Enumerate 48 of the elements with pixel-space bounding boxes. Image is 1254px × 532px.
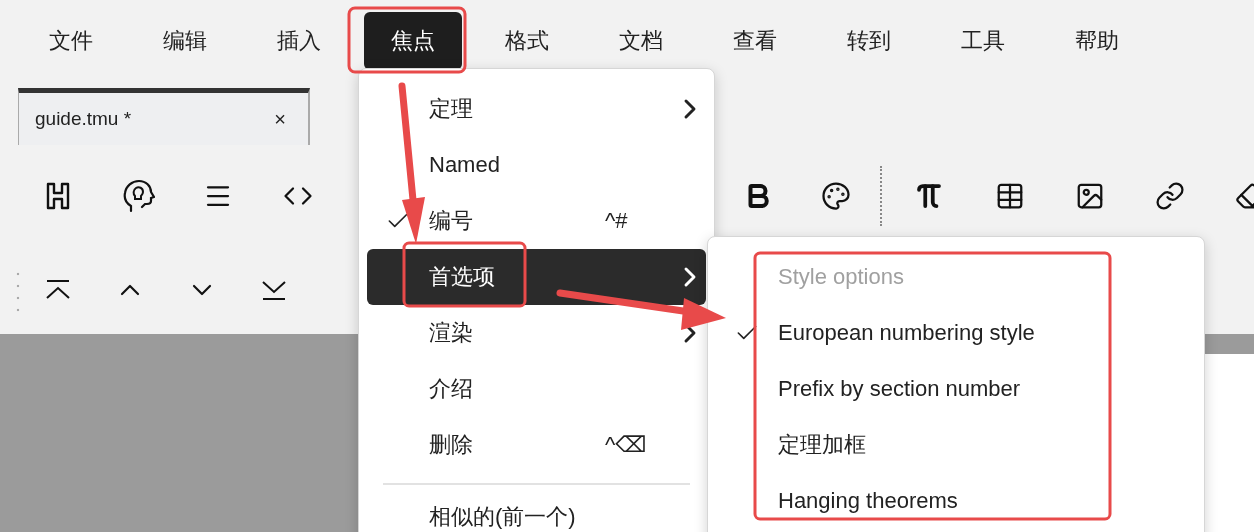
- menu-item[interactable]: Hanging theorems: [716, 473, 1196, 529]
- menu-item-label: 定理: [429, 95, 473, 123]
- menu-item[interactable]: 定理加框: [716, 417, 1196, 473]
- head-lightbulb-icon: [121, 178, 155, 214]
- menu-item[interactable]: 定理: [367, 81, 706, 137]
- link-icon[interactable]: [1155, 181, 1185, 211]
- close-icon[interactable]: ×: [274, 107, 286, 131]
- shortcut-label: ^#: [605, 208, 628, 234]
- menu-item-label: 首选项: [429, 263, 495, 291]
- table-icon[interactable]: [995, 181, 1025, 211]
- menu-bar-item[interactable]: 转到: [820, 12, 918, 70]
- menu-bar-item[interactable]: 文档: [592, 12, 690, 70]
- document-tab[interactable]: guide.tmu * ×: [18, 88, 310, 145]
- last-icon: [261, 279, 287, 301]
- image-icon[interactable]: [1075, 181, 1105, 211]
- menu-item-label: 编号: [429, 207, 473, 235]
- menu-item-label: Hanging theorems: [778, 488, 958, 514]
- menu-bar-item[interactable]: 查看: [706, 12, 804, 70]
- shortcut-label: ^⌫: [605, 432, 647, 458]
- menu-item-label: Named: [429, 152, 500, 178]
- menu-item-label: Prefix by section number: [778, 376, 1021, 402]
- menu-item-label: 相似的(前一个): [429, 503, 576, 531]
- menu-bar-item[interactable]: 插入: [250, 12, 348, 70]
- first-icon: [45, 279, 71, 301]
- menu-bar-item[interactable]: 帮助: [1048, 12, 1146, 70]
- menu-item-label: 介绍: [429, 375, 473, 403]
- menu-bar-item[interactable]: 格式: [478, 12, 576, 70]
- menu-item[interactable]: 首选项: [367, 249, 706, 305]
- menu-item-label: 删除: [429, 431, 473, 459]
- menu-bar-item[interactable]: 工具: [934, 12, 1032, 70]
- menu-item[interactable]: 编号 ^#: [367, 193, 706, 249]
- pi-icon[interactable]: [914, 181, 944, 211]
- menu-bar-item[interactable]: 文件: [22, 12, 120, 70]
- menu-bar-item[interactable]: 编辑: [136, 12, 234, 70]
- menu-item-label: 渲染: [429, 319, 473, 347]
- tab-title: guide.tmu *: [35, 108, 132, 130]
- menu-item-label: 定理加框: [778, 431, 866, 459]
- menu-item[interactable]: 删除 ^⌫: [367, 417, 706, 473]
- menu-item[interactable]: Named: [367, 137, 706, 193]
- menu-item-label: European numbering style: [778, 320, 1035, 346]
- menu-bar-item[interactable]: 焦点: [364, 12, 462, 70]
- menu-section-header: Style options: [777, 263, 905, 291]
- palette-icon[interactable]: [821, 181, 851, 211]
- menu-item[interactable]: 相似的(前一个): [367, 489, 706, 532]
- menu-item[interactable]: 渲染: [367, 305, 706, 361]
- menu-item[interactable]: 介绍: [367, 361, 706, 417]
- menu-item[interactable]: Prefix by section number: [716, 361, 1196, 417]
- menu-item[interactable]: European numbering style: [716, 305, 1196, 361]
